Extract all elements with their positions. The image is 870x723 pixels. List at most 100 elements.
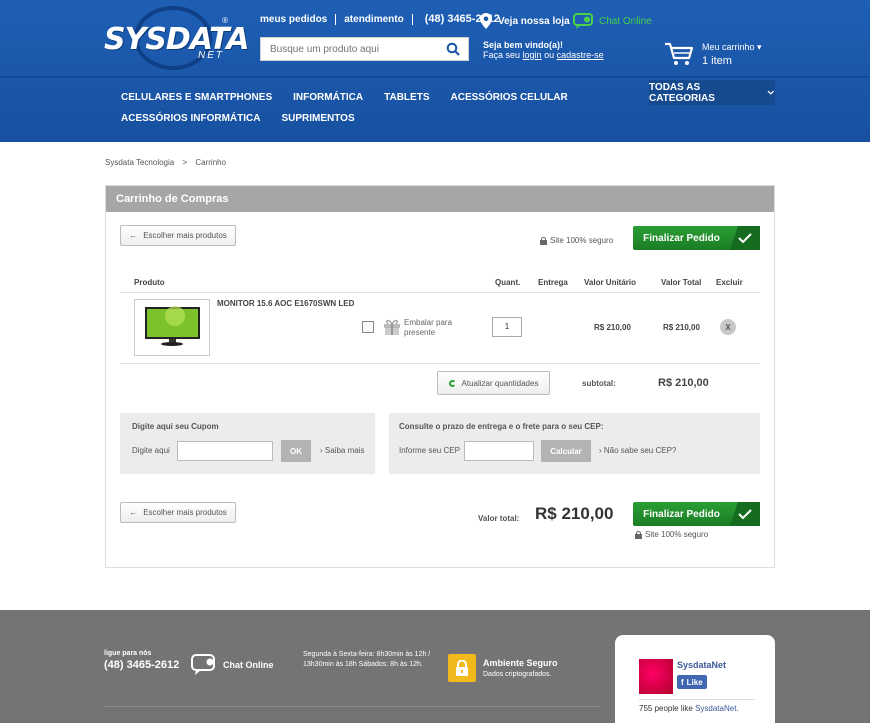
gift-icon [384,319,400,335]
cep-input[interactable] [464,441,534,461]
link-my-orders[interactable]: meus pedidos [260,14,327,25]
unit-price: R$ 210,00 [594,323,631,332]
search-input[interactable] [261,38,441,60]
coupon-ok-button[interactable]: OK [281,440,311,462]
check-icon [730,226,760,250]
facebook-like-label: Like [686,677,703,687]
secure-environment: Ambiente Seguro Dados criptografados. [483,658,558,680]
search-box [260,37,469,61]
secure-site-badge: Site 100% seguro [540,236,613,245]
chat-online-link[interactable]: Chat Online [573,13,652,29]
main-nav: CELULARES E SMARTPHONES INFORMÁTICA TABL… [121,87,641,129]
map-pin-icon [480,13,492,29]
update-quantities-label: Atualizar quantidades [461,378,539,388]
checkout-button-bottom[interactable]: Finalizar Pedido [633,502,760,526]
facebook-like-button[interactable]: f Like [677,675,707,689]
gift-wrap-checkbox[interactable] [362,321,374,333]
footer-phone: (48) 3465-2612 [104,659,180,671]
link-separator [335,13,337,25]
checkout-label: Finalizar Pedido [643,508,720,520]
secure-site-label: Site 100% seguro [645,530,709,539]
update-quantities-button[interactable]: Atualizar quantidades [437,371,550,395]
coupon-input[interactable] [177,441,273,461]
secure-site-badge-bottom: Site 100% seguro [635,530,708,539]
facebook-page-name[interactable]: SysdataNet [677,660,726,670]
breadcrumb-home[interactable]: Sysdata Tecnologia [105,158,174,167]
logo-subtext: NET [198,50,224,61]
coupon-title: Digite aqui seu Cupom [132,422,219,431]
arrow-left-icon: ← [129,508,138,517]
coupon-more-label: Saiba mais [324,446,365,455]
cep-help-link[interactable]: › Não sabe seu CEP? [599,446,676,455]
header-divider [0,76,870,78]
arrow-left-icon: ← [129,231,138,240]
remove-item-button[interactable]: X [720,319,736,335]
logo-registered: ® [222,16,228,25]
continue-shopping-label: Escolher mais produtos [143,231,227,240]
check-icon [730,502,760,526]
site-logo[interactable]: SYSDATA NET ® [104,6,250,70]
header-cart[interactable]: Meu carrinho ▾ 1 item [664,42,762,67]
continue-shopping-button-bottom[interactable]: ← Escolher mais produtos [120,502,236,523]
quantity-input[interactable]: 1 [492,317,522,337]
login-link[interactable]: login [523,50,542,60]
facebook-widget: SysdataNet f Like 755 people like Sysdat… [615,635,775,723]
total-label: Valor total: [478,514,520,523]
nav-item-celulares[interactable]: CELULARES E SMARTPHONES [121,92,272,103]
calculate-shipping-button[interactable]: Calcular [541,440,591,462]
continue-shopping-button[interactable]: ← Escolher mais produtos [120,225,236,246]
signup-link[interactable]: cadastre-se [557,50,604,60]
search-icon[interactable] [446,42,460,56]
subtotal-value: R$ 210,00 [658,377,709,389]
facebook-page-avatar[interactable] [639,659,673,694]
all-categories-label: TODAS AS CATEGORIAS [649,81,715,104]
lock-icon [540,236,547,245]
checkout-button[interactable]: Finalizar Pedido [633,226,760,250]
product-image[interactable] [134,299,210,356]
logo-text: SYSDATA [104,22,250,57]
facebook-count-text: 755 people like [639,704,693,713]
facebook-icon: f [681,677,684,687]
coupon-more-link[interactable]: › Saiba mais [320,446,364,455]
table-divider [120,292,760,293]
total-value: R$ 210,00 [535,504,614,523]
welcome-prefix: Faça seu [483,50,521,60]
facebook-divider [639,699,755,700]
nav-item-acessorios-informatica[interactable]: ACESSÓRIOS INFORMÁTICA [121,113,260,124]
col-product: Produto [134,278,165,287]
store-link[interactable]: Veja nossa loja [480,13,570,29]
product-name[interactable]: MONITOR 15.6 AOC E1670SWN LED [217,299,357,309]
secure-env-title: Ambiente Seguro [483,658,558,668]
nav-item-acessorios-celular[interactable]: ACESSÓRIOS CELULAR [451,92,568,103]
chevron-down-icon: ▾ [757,42,762,52]
nav-item-tablets[interactable]: TABLETS [384,92,429,103]
secure-site-label: Site 100% seguro [550,236,614,245]
shopping-cart-icon [665,42,694,65]
site-header: SYSDATA NET ® meus pedidos atendimento (… [0,0,870,142]
gift-wrap-label: Embalar para presente [404,318,453,337]
footer-call-label: ligue para nós [104,650,152,657]
cart-label: Meu carrinho [702,42,755,52]
facebook-page-link[interactable]: SysdataNet. [695,704,739,713]
subtotal-label: subtotal: [582,379,616,388]
footer-chat-label: Chat Online [223,660,274,670]
shipping-title: Consulte o prazo de entrega e o frete pa… [399,422,604,431]
footer-chat-link[interactable]: Chat Online [191,654,274,676]
total-price: R$ 210,00 [663,323,700,332]
store-label: Veja nossa loja [498,15,570,27]
col-remove: Excluir [716,278,743,287]
secure-env-subtitle: Dados criptografados. [483,671,552,678]
monitor-image [145,306,200,346]
top-links: meus pedidos atendimento (48) 3465-2612 [260,13,500,25]
footer-phone-block: ligue para nós (48) 3465-2612 [104,650,179,671]
all-categories-button[interactable]: TODAS AS CATEGORIAS [649,80,775,105]
coupon-field-label: Digite aqui [132,446,170,455]
col-total-price: Valor Total [661,278,702,287]
lock-icon [635,530,642,539]
link-support[interactable]: atendimento [344,14,403,25]
nav-item-suprimentos[interactable]: SUPRIMENTOS [281,113,354,124]
refresh-icon [448,379,456,387]
cep-field-label: Informe seu CEP [399,446,460,455]
nav-item-informatica[interactable]: INFORMÁTICA [293,92,363,103]
cart-panel: Carrinho de Compras ← Escolher mais prod… [105,185,775,568]
